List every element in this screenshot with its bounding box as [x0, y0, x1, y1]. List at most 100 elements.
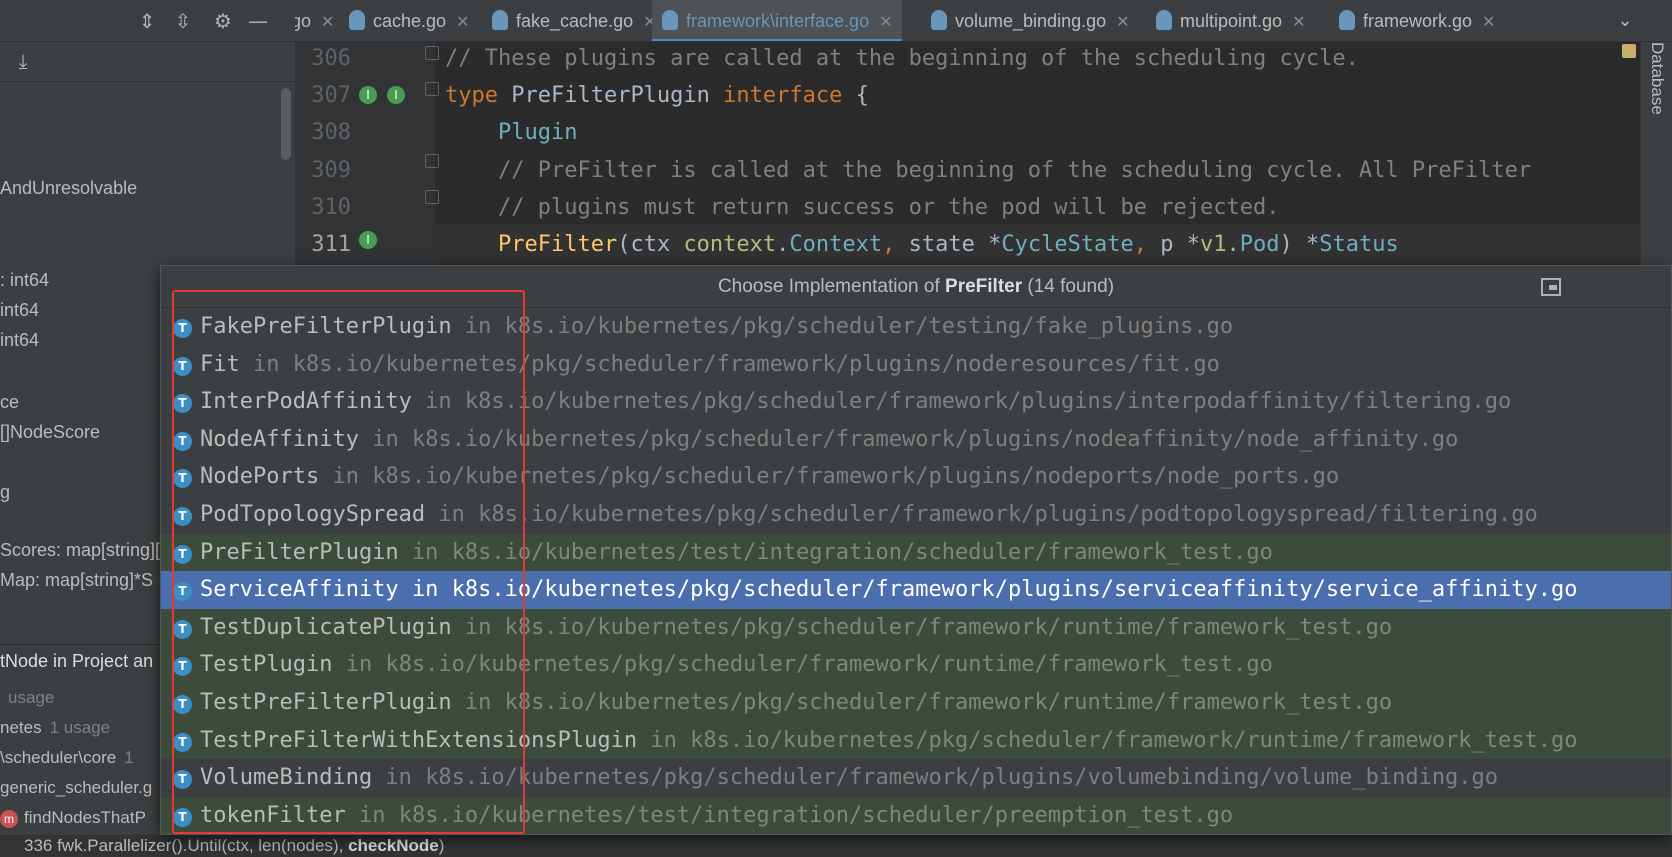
go-file-icon	[349, 10, 365, 30]
structure-item[interactable]: Map: map[string]*S	[0, 570, 153, 591]
type-icon: T	[173, 431, 192, 451]
type-icon: T	[173, 319, 192, 338]
structure-item[interactable]: int64	[0, 300, 39, 321]
popup-title: Choose Implementation of PreFilter (14 f…	[161, 266, 1671, 308]
structure-item[interactable]: int64	[0, 330, 39, 351]
type-icon: T	[173, 469, 192, 489]
implementation-in: in	[345, 652, 373, 678]
implementation-item[interactable]: T PodTopologySpread in k8s.io/kubernetes/…	[161, 496, 1671, 534]
usage-row[interactable]: \scheduler\core 1	[0, 748, 134, 768]
fold-marker-icon[interactable]	[425, 190, 439, 204]
structure-item[interactable]: : int64	[0, 270, 49, 291]
code-token: interface	[723, 83, 843, 109]
tab-label: go	[295, 11, 312, 31]
close-icon[interactable]: ✕	[879, 14, 892, 31]
line-number: 306	[311, 46, 351, 71]
tab-label: framework.go	[1363, 11, 1473, 31]
choose-implementation-popup: Choose Implementation of PreFilter (14 f…	[160, 265, 1672, 835]
editor-tab[interactable]: cache.go ✕	[339, 0, 479, 41]
editor-tab[interactable]: framework.go ✕	[1329, 0, 1505, 41]
close-icon[interactable]: ✕	[1482, 14, 1495, 31]
implementation-path: k8s.io/kubernetes/pkg/scheduler/framewor…	[372, 464, 1340, 490]
close-icon[interactable]: ✕	[1292, 14, 1305, 31]
implementation-icon[interactable]: I	[387, 86, 405, 104]
open-in-find-window-icon[interactable]	[1541, 278, 1561, 296]
implementation-item[interactable]: T TestPlugin in k8s.io/kubernetes/pkg/sch…	[161, 646, 1671, 684]
implementation-item[interactable]: T TestDuplicatePlugin in k8s.io/kubernete…	[161, 608, 1671, 647]
implementation-path: k8s.io/kubernetes/pkg/scheduler/framewor…	[411, 426, 1459, 452]
close-icon[interactable]: ✕	[456, 14, 469, 31]
editor-tab[interactable]: multipoint.go ✕	[1146, 0, 1315, 41]
structure-item[interactable]: AndUnresolvable	[0, 178, 137, 199]
implementation-name: ServiceAffinity	[200, 577, 399, 603]
structure-item[interactable]: ce	[0, 392, 19, 413]
code-token: PreFilter	[497, 232, 618, 257]
implementation-item[interactable]: T InterPodAffinity in k8s.io/kubernetes/p…	[161, 383, 1671, 421]
structure-item[interactable]: g	[0, 482, 10, 503]
implementation-item[interactable]: T Fit in k8s.io/kubernetes/pkg/scheduler/…	[161, 346, 1671, 384]
implementation-path: k8s.io/kubernetes/pkg/scheduler/testing/…	[504, 314, 1234, 339]
implementation-name: PodTopologySpread	[200, 501, 426, 527]
implementation-path: k8s.io/kubernetes/pkg/scheduler/framewor…	[451, 577, 1578, 603]
implementation-path: k8s.io/kubernetes/pkg/scheduler/framewor…	[464, 389, 1512, 415]
implementation-item[interactable]: T NodePorts in k8s.io/kubernetes/pkg/sche…	[161, 458, 1671, 496]
implementation-name: Fit	[200, 351, 240, 377]
implementation-item[interactable]: TtokenFilter in k8s.io/kubernetes/test/i…	[161, 796, 1671, 834]
close-icon[interactable]: ✕	[321, 14, 334, 31]
implementation-item[interactable]: T NodeAffinity in k8s.io/kubernetes/pkg/s…	[161, 421, 1671, 459]
gear-icon[interactable]: ⚙	[210, 8, 236, 34]
code-line: // plugins must return success or the po…	[445, 195, 1279, 220]
structure-sub-toolbar: ⤓	[0, 42, 295, 82]
implementation-item[interactable]: T TestPreFilterPlugin in k8s.io/kubernete…	[161, 683, 1671, 722]
editor-tab[interactable]: go ✕	[295, 0, 344, 41]
code-token: // plugins must return success or the po…	[445, 194, 1280, 220]
usage-row[interactable]: usage	[0, 688, 54, 708]
implementation-in: in	[358, 802, 386, 828]
database-tool-button[interactable]: Database	[1645, 42, 1669, 162]
usage-row[interactable]: m findNodesThatP	[0, 808, 146, 828]
type-icon: T	[173, 544, 192, 564]
implementation-item[interactable]: T PreFilterPlugin in k8s.io/kubernetes/te…	[161, 533, 1671, 572]
method-icon: m	[0, 809, 18, 828]
tab-label: cache.go	[373, 11, 447, 31]
fold-marker-icon[interactable]	[425, 46, 439, 60]
implementation-item[interactable]: T ServiceAffinity in k8s.io/kubernetes/pk…	[161, 571, 1671, 609]
close-icon[interactable]: ✕	[1116, 14, 1129, 31]
code-token: .	[776, 232, 790, 257]
error-stripe-marker[interactable]	[1622, 44, 1636, 58]
editor-tab[interactable]: framework\interface.go ✕	[652, 0, 903, 41]
structure-item[interactable]: Scores: map[string][	[0, 540, 160, 561]
collapse-all-icon[interactable]: ⇳	[170, 8, 196, 34]
implementation-item[interactable]: T TestPreFilterWithExtensionsPlugin in k8…	[161, 721, 1671, 760]
tab-label: volume_binding.go	[955, 11, 1107, 31]
type-icon: T	[173, 694, 192, 714]
implementation-name: FakePreFilterPlugin	[200, 314, 452, 339]
go-file-icon	[1339, 10, 1355, 30]
autoscroll-icon[interactable]: ⤓	[10, 48, 36, 74]
usage-row[interactable]: generic_scheduler.g	[0, 778, 152, 798]
usage-row[interactable]: netes 1 usage	[0, 718, 110, 738]
implementation-in: in	[385, 765, 412, 791]
code-token: Context	[789, 232, 883, 257]
implementation-icon[interactable]: I	[359, 231, 377, 249]
fold-marker-icon[interactable]	[425, 154, 439, 168]
implementation-item[interactable]: T FakePreFilterPlugin in k8s.io/kubernete…	[161, 308, 1671, 346]
implemented-icon[interactable]: I	[359, 86, 377, 104]
chevron-down-icon[interactable]: ⌄	[1610, 0, 1640, 42]
structure-item[interactable]: []NodeScore	[0, 422, 100, 443]
structure-scrollbar[interactable]	[281, 88, 291, 160]
expand-all-icon[interactable]: ⇕	[134, 8, 160, 34]
implementation-name: TestPreFilterWithExtensionsPlugin	[200, 727, 638, 753]
editor-tab[interactable]: fake_cache.go ✕	[482, 0, 667, 41]
fold-marker-icon[interactable]	[425, 82, 439, 96]
implementation-list: T FakePreFilterPlugin in k8s.io/kubernete…	[161, 308, 1671, 834]
implementation-in: in	[650, 727, 677, 753]
type-icon: T	[173, 506, 192, 526]
editor-tab[interactable]: volume_binding.go ✕	[921, 0, 1140, 41]
minimize-icon[interactable]: —	[245, 8, 271, 34]
implementation-item[interactable]: T VolumeBinding in k8s.io/kubernetes/pkg/…	[161, 759, 1671, 797]
code-token: Plugin	[445, 120, 578, 146]
line-number: 310	[311, 194, 351, 220]
code-token: Status	[1319, 232, 1399, 257]
type-icon: T	[173, 582, 192, 602]
